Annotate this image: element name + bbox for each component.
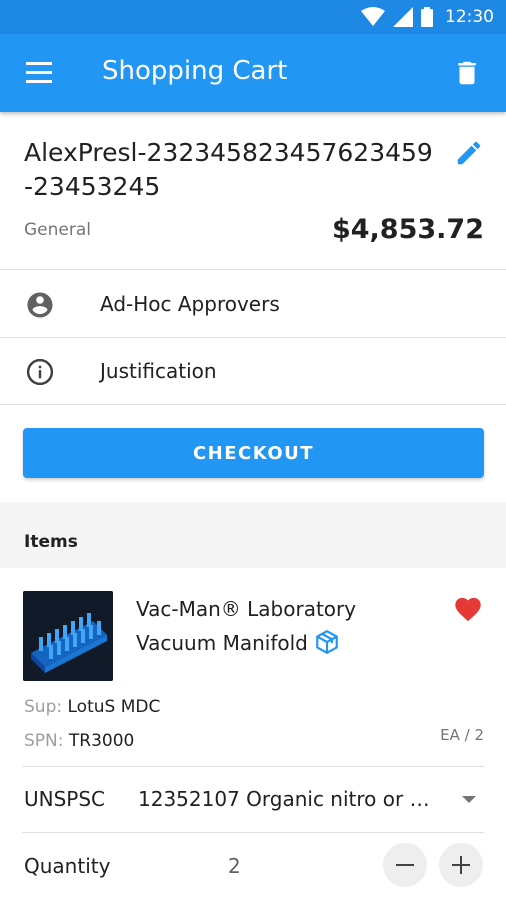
supplier-info: Sup: LotuS MDC: [24, 697, 160, 717]
battery-icon: [421, 7, 433, 27]
items-heading: Items: [24, 532, 78, 552]
unit-of-measure: EA / 2: [440, 726, 484, 744]
app-bar: Shopping Cart: [0, 34, 506, 112]
status-icons: 12:30: [361, 5, 494, 29]
ad-hoc-approvers-row[interactable]: Ad-Hoc Approvers: [0, 271, 506, 338]
supplier-value: LotuS MDC: [67, 697, 161, 717]
unspsc-select[interactable]: 12352107 Organic nitro or nitroso compou…: [138, 787, 438, 811]
supplier-key: Sup:: [24, 697, 63, 717]
item-title-line-1: Vac-Man® Laboratory: [136, 597, 357, 621]
cart-name: AlexPresl-232345823457623459-23453245: [24, 138, 433, 201]
wifi-icon: [361, 7, 385, 26]
increase-quantity-button[interactable]: [439, 843, 483, 887]
quantity-label: Quantity: [24, 854, 111, 878]
account-circle-icon: [27, 292, 53, 318]
divider: [22, 766, 484, 767]
checkout-button[interactable]: CHECKOUT: [23, 428, 484, 478]
justification-row[interactable]: Justification: [0, 338, 506, 405]
divider: [22, 832, 484, 833]
plus-icon: [452, 856, 470, 874]
items-section-header: Items: [0, 502, 506, 568]
unspsc-label: UNSPSC: [24, 787, 106, 811]
menu-icon[interactable]: [26, 62, 54, 84]
cart-header: AlexPresl-232345823457623459-23453245 Ge…: [0, 112, 506, 270]
signal-icon: [393, 7, 413, 27]
status-bar: 12:30: [0, 0, 506, 34]
page-title: Shopping Cart: [102, 56, 288, 86]
item-thumbnail[interactable]: [23, 591, 113, 681]
dropdown-arrow-icon[interactable]: [460, 793, 478, 805]
box-icon: [316, 630, 338, 654]
cart-type: General: [24, 220, 91, 240]
justification-label: Justification: [100, 359, 217, 383]
spn-key: SPN:: [24, 731, 64, 751]
minus-icon: [396, 864, 414, 866]
heart-icon[interactable]: [452, 594, 484, 622]
spn-value: TR3000: [68, 731, 135, 751]
cart-total: $4,853.72: [331, 214, 484, 245]
trash-icon[interactable]: [452, 58, 482, 88]
decrease-quantity-button[interactable]: [383, 843, 427, 887]
info-icon: [26, 358, 54, 386]
quantity-value[interactable]: 2: [228, 854, 241, 878]
item-title-line-2: Vacuum Manifold: [136, 631, 308, 655]
status-time: 12:30: [445, 7, 494, 27]
ad-hoc-approvers-label: Ad-Hoc Approvers: [100, 292, 280, 316]
item-title[interactable]: Vac-Man® Laboratory Vacuum Manifold: [136, 592, 436, 660]
pencil-icon[interactable]: [454, 138, 484, 168]
spn-info: SPN: TR3000: [24, 731, 134, 751]
vacuum-manifold-image: [23, 591, 113, 681]
